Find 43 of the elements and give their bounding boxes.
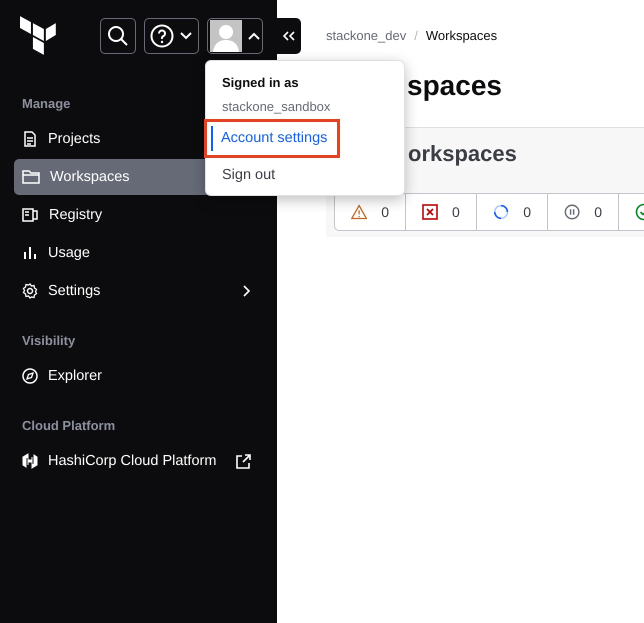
search-button[interactable] (100, 18, 136, 54)
double-chevron-left-icon (283, 31, 295, 41)
status-filter[interactable]: 0 (406, 194, 477, 230)
document-icon (22, 131, 38, 147)
status-filter[interactable]: 0 (548, 194, 619, 230)
caret-up-icon (248, 32, 260, 40)
username: stackone_sandbox (222, 99, 330, 115)
compass-icon (22, 368, 38, 384)
breadcrumb-link[interactable]: Workspaces (426, 28, 498, 43)
section-title: orkspaces (408, 140, 517, 168)
section-label: Cloud Platform (22, 418, 116, 433)
menu-heading: Signed in as (221, 75, 300, 91)
nav-item[interactable]: Usage (14, 235, 263, 271)
breadcrumb-separator: / (414, 28, 418, 43)
bar-chart-icon (22, 245, 38, 261)
account-menu-button[interactable] (207, 18, 263, 54)
nav-item[interactable]: Registry (14, 197, 263, 233)
chevron-right-icon (243, 285, 251, 297)
section-label: Visibility (22, 333, 76, 348)
pause-icon (564, 203, 580, 221)
nav-item[interactable]: Explorer (14, 358, 263, 394)
nav-item[interactable]: Settings (14, 273, 263, 309)
external-link-icon (236, 454, 251, 468)
section-label: Manage (22, 96, 70, 111)
status-filter[interactable]: 0 (477, 194, 548, 230)
book-icon (22, 207, 39, 223)
avatar-icon (210, 20, 242, 52)
help-icon (150, 24, 174, 48)
nav-item[interactable]: HashiCorp Cloud Platform (14, 443, 263, 479)
loading-icon (493, 203, 510, 221)
collapse-sidebar-button[interactable] (277, 18, 301, 54)
folder-icon (22, 169, 40, 185)
caret-down-icon (180, 32, 192, 40)
warning-icon (351, 203, 368, 221)
error-icon (422, 204, 438, 220)
menu-item[interactable]: Account settings (204, 119, 340, 158)
breadcrumb-link[interactable]: stackone_dev (326, 28, 406, 43)
logo-icon[interactable] (20, 16, 56, 56)
hcp-logo-icon (22, 453, 38, 469)
help-menu-button[interactable] (144, 18, 200, 54)
page-title: spaces (407, 69, 503, 103)
settings-icon (22, 283, 38, 299)
search-icon (106, 25, 129, 47)
